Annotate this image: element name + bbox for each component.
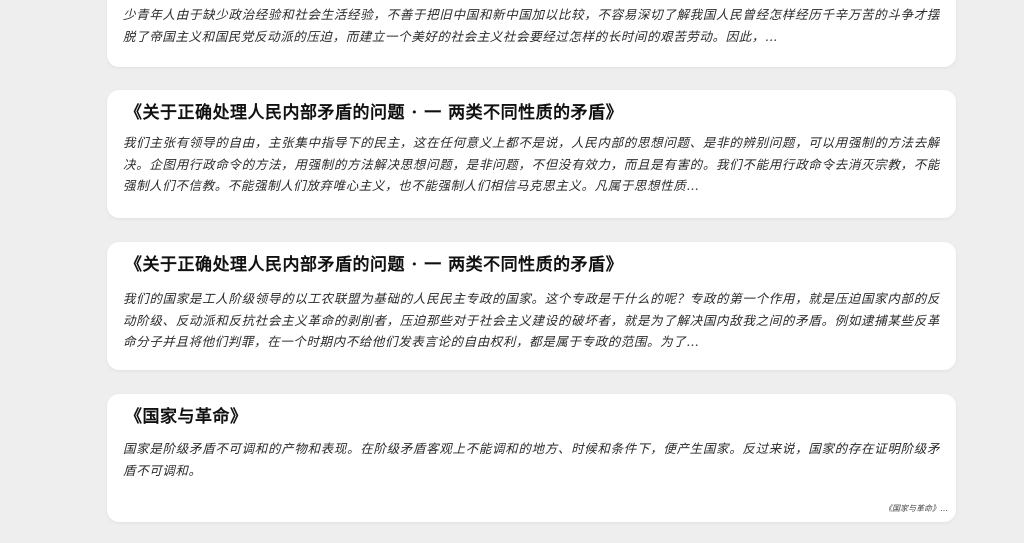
quote-body: 我们的国家是工人阶级领导的以工农联盟为基础的人民民主专政的国家。这个专政是干什么… [123, 291, 940, 349]
quote-source[interactable]: 《国家与革命》… [884, 503, 948, 514]
quote-body: 我们主张有领导的自由，主张集中指导下的民主，这在任何意义上都不是说，人民内部的思… [123, 135, 940, 193]
quote-card-2[interactable]: 《关于正确处理人民内部矛盾的问题 · 一 两类不同性质的矛盾》 我们主张有领导的… [107, 90, 956, 218]
quote-feed: 少青年人由于缺少政治经验和社会生活经验，不善于把旧中国和新中国加以比较，不容易深… [0, 0, 1024, 543]
quote-card-3[interactable]: 《关于正确处理人民内部矛盾的问题 · 一 两类不同性质的矛盾》 我们的国家是工人… [107, 242, 956, 370]
quote-body: 少青年人由于缺少政治经验和社会生活经验，不善于把旧中国和新中国加以比较，不容易深… [123, 7, 940, 44]
quote-card-1[interactable]: 少青年人由于缺少政治经验和社会生活经验，不善于把旧中国和新中国加以比较，不容易深… [107, 0, 956, 67]
quote-title[interactable]: 《国家与革命》 [125, 402, 940, 427]
quote-title[interactable]: 《关于正确处理人民内部矛盾的问题 · 一 两类不同性质的矛盾》 [125, 250, 940, 275]
quote-body: 国家是阶级矛盾不可调和的产物和表现。在阶级矛盾客观上不能调和的地方、时候和条件下… [123, 441, 940, 478]
quote-card-4[interactable]: 《国家与革命》 国家是阶级矛盾不可调和的产物和表现。在阶级矛盾客观上不能调和的地… [107, 394, 956, 522]
quote-title[interactable]: 《关于正确处理人民内部矛盾的问题 · 一 两类不同性质的矛盾》 [125, 98, 940, 123]
